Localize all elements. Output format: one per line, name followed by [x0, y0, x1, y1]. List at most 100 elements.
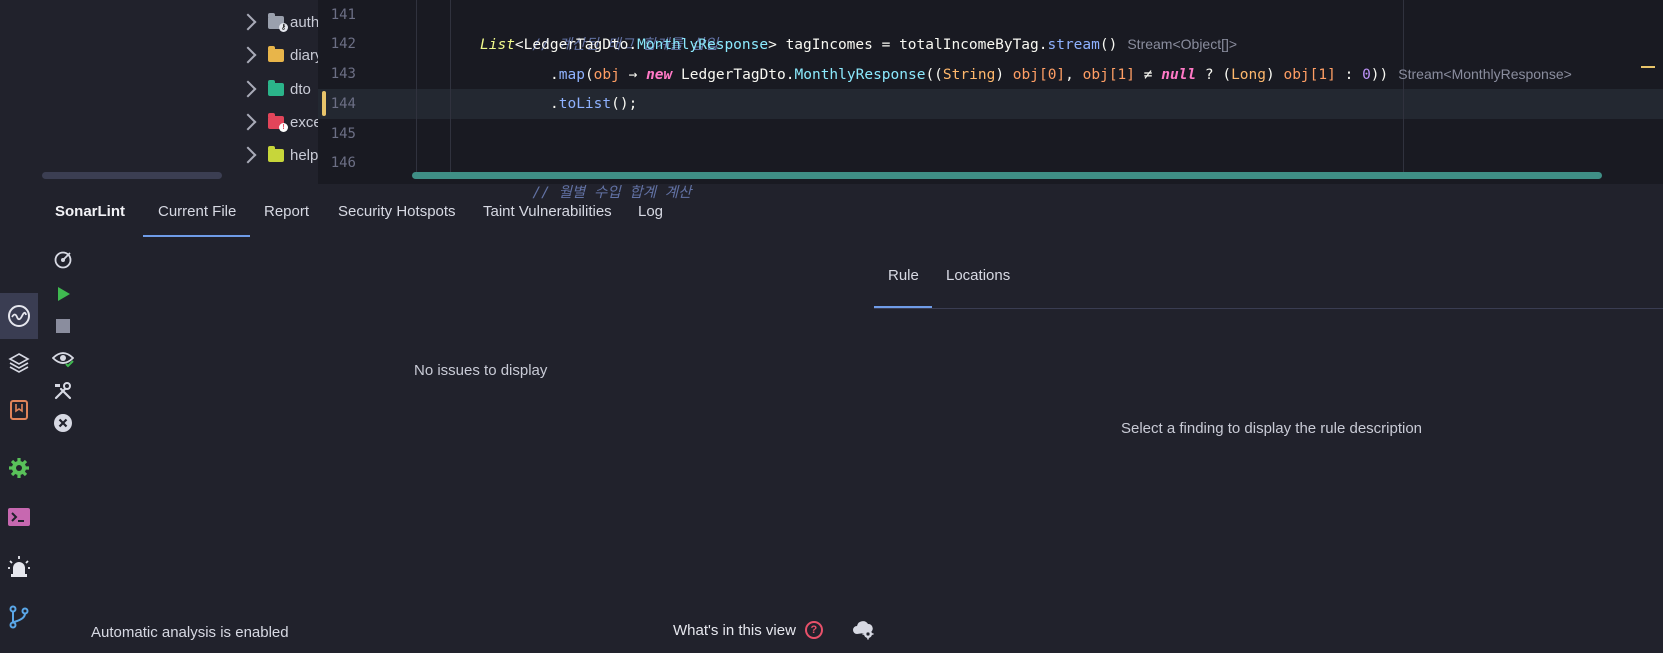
layers-icon: [8, 353, 30, 373]
tree-item-label: auth: [290, 13, 320, 31]
code-token: →: [619, 67, 647, 83]
code-token: toList: [558, 96, 612, 112]
code-token: ? (: [1196, 67, 1232, 83]
project-tree: ⚷ auth diary dto ! exce help: [0, 0, 323, 184]
project-scrollbar[interactable]: [42, 172, 222, 179]
tree-item-exception[interactable]: ! exce: [239, 107, 322, 137]
code-line-142[interactable]: List<LedgerTagDto.MonthlyResponse> tagIn…: [480, 29, 1237, 59]
chevron-right-icon[interactable]: [239, 13, 257, 31]
code-token: totalIncomeByTag.: [899, 37, 1048, 53]
tab-current-file[interactable]: Current File: [158, 203, 236, 220]
clear-icon: [54, 414, 72, 432]
code-editor[interactable]: 141 142 143 144 145 146 // 계산된 태그 합계를 삽입…: [318, 0, 1663, 201]
tree-item-dto[interactable]: dto: [239, 74, 311, 104]
bookmarks-tool-button[interactable]: [0, 387, 38, 433]
code-token: (: [584, 67, 594, 83]
code-token: 0: [1362, 67, 1371, 83]
code-token: tagIncomes: [785, 37, 873, 53]
code-comment: // 월별 수입 합계 계산: [532, 185, 692, 201]
rule-placeholder-message: Select a finding to display the rule des…: [1121, 420, 1423, 437]
tab-taint-vulnerabilities[interactable]: Taint Vulnerabilities: [483, 203, 612, 220]
line-number: 141: [330, 7, 356, 23]
terminal-tool-button[interactable]: [0, 494, 38, 540]
right-panel-divider: [874, 308, 1663, 309]
toolwindow-title: SonarLint: [55, 203, 125, 220]
code-token: obj[1]: [1283, 67, 1336, 83]
code-token: (): [1099, 37, 1118, 53]
code-line-141[interactable]: // 계산된 태그 합계를 삽입: [480, 0, 718, 53]
code-line-143[interactable]: .map(obj → new LedgerTagDto.MonthlyRespo…: [550, 59, 1572, 89]
chevron-right-icon[interactable]: [239, 80, 257, 98]
run-icon: [58, 287, 70, 301]
code-token: MonthlyResponse: [794, 67, 926, 83]
code-token: )): [1370, 67, 1389, 83]
code-token: ): [1266, 67, 1284, 83]
analysis-status: Automatic analysis is enabled: [91, 624, 289, 641]
code-token: map: [558, 67, 585, 83]
code-token: >: [768, 37, 786, 53]
code-token: null: [1161, 67, 1197, 83]
editor-horizontal-scrollbar[interactable]: [412, 172, 1602, 179]
configure-button[interactable]: [52, 380, 74, 402]
tab-log[interactable]: Log: [638, 203, 663, 220]
code-token: .: [550, 96, 559, 112]
bookmarks-icon: [10, 400, 28, 420]
whats-in-this-view-link[interactable]: What's in this view ?: [673, 621, 823, 639]
tab-security-hotspots[interactable]: Security Hotspots: [338, 203, 456, 220]
code-token: obj[1]: [1082, 67, 1136, 83]
sonarlint-tool-button[interactable]: [0, 293, 38, 339]
run-analysis-button[interactable]: [52, 283, 74, 305]
configure-icon: [54, 382, 72, 400]
code-token: LedgerTagDto.: [672, 67, 795, 83]
tree-item-helper[interactable]: help: [239, 140, 318, 170]
chevron-right-icon[interactable]: [239, 46, 257, 64]
code-token: <LedgerTagDto.: [514, 37, 638, 53]
line-number: 143: [330, 66, 356, 82]
current-line-highlight: [318, 89, 1663, 119]
tab-rule[interactable]: Rule: [888, 267, 919, 284]
tab-locations[interactable]: Locations: [946, 267, 1010, 284]
cloud-settings-button[interactable]: [852, 619, 876, 646]
code-token: new: [646, 67, 673, 83]
chevron-right-icon[interactable]: [239, 146, 257, 164]
clear-button[interactable]: [52, 412, 74, 434]
stop-icon: [56, 319, 70, 333]
inlay-type-hint: Stream<Object[]>: [1127, 36, 1238, 52]
alarm-tool-button[interactable]: [0, 544, 38, 590]
analyze-file-icon: [54, 251, 72, 269]
show-resolved-icon: [52, 352, 74, 368]
terminal-icon: [8, 508, 30, 526]
alarm-icon: [8, 556, 30, 577]
folder-helper-icon: [268, 145, 284, 162]
code-token: MonthlyResponse: [637, 37, 769, 53]
tree-item-diary[interactable]: diary: [239, 40, 323, 70]
empty-issues-message: No issues to display: [414, 362, 548, 379]
code-token: stream: [1047, 37, 1100, 53]
code-token: ,: [1065, 67, 1083, 83]
line-number: 142: [330, 36, 356, 52]
code-token: :: [1335, 67, 1363, 83]
analyze-file-button[interactable]: [52, 249, 74, 271]
layers-tool-button[interactable]: [0, 340, 38, 386]
chevron-right-icon[interactable]: [239, 113, 257, 131]
code-token: ();: [611, 96, 638, 112]
error-stripe-marker[interactable]: [1641, 66, 1655, 68]
tree-item-auth[interactable]: ⚷ auth: [239, 7, 320, 37]
indent-guide: [450, 0, 451, 172]
folder-exception-icon: !: [268, 112, 288, 132]
inlay-type-hint: Stream<MonthlyResponse>: [1398, 66, 1572, 82]
code-token: ((: [925, 67, 943, 83]
show-resolved-button[interactable]: [52, 348, 74, 370]
folder-package-icon: [268, 79, 284, 96]
line-number: 146: [330, 155, 356, 171]
settings-tool-button[interactable]: [0, 445, 38, 491]
code-line-144[interactable]: .toList();: [550, 89, 637, 119]
stop-analysis-button[interactable]: [52, 315, 74, 337]
tab-report[interactable]: Report: [264, 203, 309, 220]
folder-icon: [268, 45, 284, 62]
code-token: =: [872, 37, 900, 53]
active-tab-indicator: [143, 235, 250, 237]
help-icon[interactable]: ?: [804, 621, 823, 639]
tree-item-label: dto: [290, 80, 311, 98]
git-tool-button[interactable]: [0, 594, 38, 640]
